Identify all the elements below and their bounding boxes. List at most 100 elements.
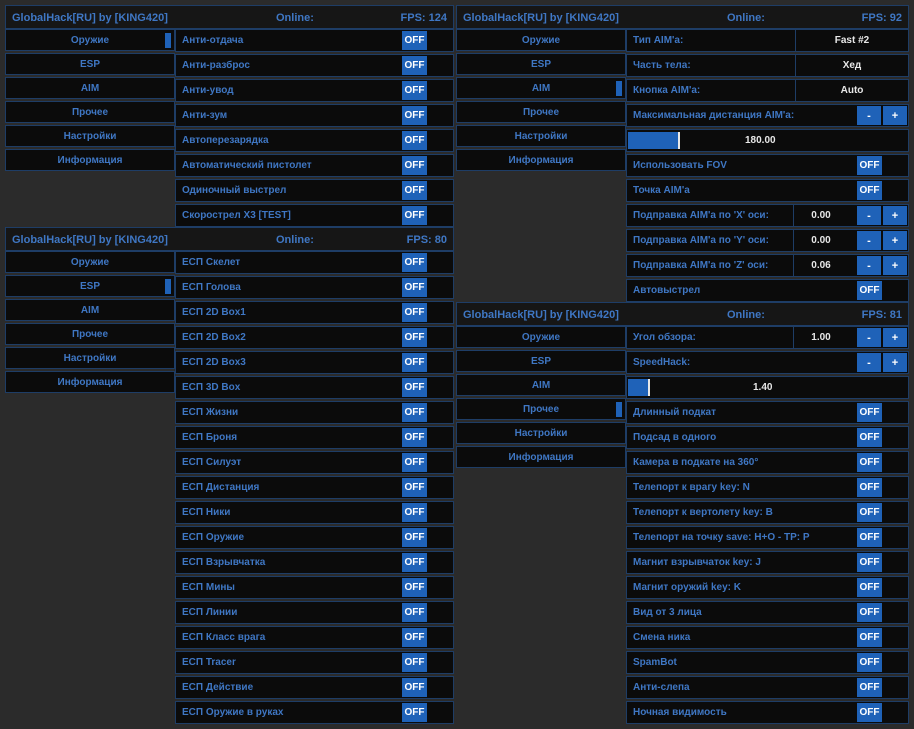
nav-item-settings[interactable]: Настройки <box>456 422 626 444</box>
toggle-off-button[interactable]: OFF <box>857 453 882 472</box>
minus-button[interactable]: - <box>857 231 881 250</box>
aim-key-select[interactable]: Auto <box>795 80 908 101</box>
plus-button[interactable]: + <box>883 206 907 225</box>
toggle-off-button[interactable]: OFF <box>857 478 882 497</box>
toggle-off-button[interactable]: OFF <box>402 156 427 175</box>
toggle-off-button[interactable]: OFF <box>857 428 882 447</box>
toggle-off-button[interactable]: OFF <box>402 428 427 447</box>
minus-button[interactable]: - <box>857 106 881 125</box>
nav-item-esp[interactable]: ESP <box>456 350 626 372</box>
nav-item-weapons[interactable]: Оружие <box>5 251 175 273</box>
toggle-off-button[interactable]: OFF <box>857 628 882 647</box>
toggle-off-button[interactable]: OFF <box>402 378 427 397</box>
toggle-off-button[interactable]: OFF <box>402 703 427 722</box>
toggle-off-button[interactable]: OFF <box>857 653 882 672</box>
toggle-off-button[interactable]: OFF <box>857 703 882 722</box>
toggle-off-button[interactable]: OFF <box>857 403 882 422</box>
minus-button[interactable]: - <box>857 353 881 372</box>
nav-item-info[interactable]: Информация <box>5 149 175 171</box>
option-label: ЕСП Линии <box>182 607 238 618</box>
nav-item-esp[interactable]: ESP <box>456 53 626 75</box>
nav-scroll-indicator[interactable] <box>616 81 622 96</box>
nav-item-aim[interactable]: AIM <box>456 374 626 396</box>
option-row: ЕСП Броня OFF <box>175 426 454 449</box>
nav-scroll-indicator[interactable] <box>165 279 171 294</box>
toggle-off-button[interactable]: OFF <box>402 403 427 422</box>
toggle-off-button[interactable]: OFF <box>857 603 882 622</box>
toggle-off-button[interactable]: OFF <box>857 678 882 697</box>
plus-button[interactable]: + <box>883 328 907 347</box>
option-row: Скорострел X3 [TEST] OFF <box>175 204 454 227</box>
toggle-off-button[interactable]: OFF <box>402 528 427 547</box>
nav-item-esp[interactable]: ESP <box>5 275 175 297</box>
minus-button[interactable]: - <box>857 206 881 225</box>
toggle-off-button[interactable]: OFF <box>402 31 427 50</box>
toggle-off-button[interactable]: OFF <box>857 281 882 300</box>
toggle-off-button[interactable]: OFF <box>402 81 427 100</box>
nav-item-misc[interactable]: Прочее <box>5 101 175 123</box>
slider-handle[interactable] <box>678 132 680 149</box>
nav-item-info[interactable]: Информация <box>456 149 626 171</box>
option-label: ЕСП Силуэт <box>182 457 242 468</box>
nav-item-misc[interactable]: Прочее <box>5 323 175 345</box>
toggle-off-button[interactable]: OFF <box>857 503 882 522</box>
max-distance-slider[interactable]: 180.00 <box>626 129 909 152</box>
nav-scroll-indicator[interactable] <box>165 33 171 48</box>
toggle-off-button[interactable]: OFF <box>402 678 427 697</box>
body-part-select[interactable]: Хед <box>795 55 908 76</box>
toggle-off-button[interactable]: OFF <box>402 56 427 75</box>
option-label: Автоперезарядка <box>182 135 269 146</box>
panel-header[interactable]: GlobalHack[RU] by [KING420] Online: FPS:… <box>5 5 454 29</box>
toggle-off-button[interactable]: OFF <box>402 181 427 200</box>
nav-item-esp[interactable]: ESP <box>5 53 175 75</box>
nav-item-settings[interactable]: Настройки <box>456 125 626 147</box>
nav-item-settings[interactable]: Настройки <box>5 125 175 147</box>
toggle-off-button[interactable]: OFF <box>857 181 882 200</box>
plus-button[interactable]: + <box>883 353 907 372</box>
panel-header[interactable]: GlobalHack[RU] by [KING420] Online: FPS:… <box>5 227 454 251</box>
nav-item-weapons[interactable]: Оружие <box>456 29 626 51</box>
nav-item-settings[interactable]: Настройки <box>5 347 175 369</box>
minus-button[interactable]: - <box>857 256 881 275</box>
toggle-off-button[interactable]: OFF <box>402 628 427 647</box>
toggle-off-button[interactable]: OFF <box>857 528 882 547</box>
nav-scroll-indicator[interactable] <box>616 402 622 417</box>
plus-button[interactable]: + <box>883 256 907 275</box>
toggle-off-button[interactable]: OFF <box>402 353 427 372</box>
nav-item-aim[interactable]: AIM <box>456 77 626 99</box>
toggle-off-button[interactable]: OFF <box>857 578 882 597</box>
toggle-off-button[interactable]: OFF <box>402 603 427 622</box>
panel-header[interactable]: GlobalHack[RU] by [KING420] Online: FPS:… <box>456 302 909 326</box>
nav-item-info[interactable]: Информация <box>456 446 626 468</box>
minus-button[interactable]: - <box>857 328 881 347</box>
toggle-off-button[interactable]: OFF <box>402 131 427 150</box>
toggle-off-button[interactable]: OFF <box>857 553 882 572</box>
nav-item-misc[interactable]: Прочее <box>456 398 626 420</box>
nav-item-aim[interactable]: AIM <box>5 77 175 99</box>
slider-handle[interactable] <box>648 379 650 396</box>
option-label: Часть тела: <box>633 60 691 71</box>
toggle-off-button[interactable]: OFF <box>402 453 427 472</box>
toggle-off-button[interactable]: OFF <box>857 156 882 175</box>
toggle-off-button[interactable]: OFF <box>402 253 427 272</box>
toggle-off-button[interactable]: OFF <box>402 278 427 297</box>
nav-item-weapons[interactable]: Оружие <box>5 29 175 51</box>
toggle-off-button[interactable]: OFF <box>402 328 427 347</box>
toggle-off-button[interactable]: OFF <box>402 653 427 672</box>
aim-type-select[interactable]: Fast #2 <box>795 30 908 51</box>
toggle-off-button[interactable]: OFF <box>402 303 427 322</box>
nav-item-misc[interactable]: Прочее <box>456 101 626 123</box>
plus-button[interactable]: + <box>883 106 907 125</box>
nav-item-info[interactable]: Информация <box>5 371 175 393</box>
toggle-off-button[interactable]: OFF <box>402 206 427 225</box>
toggle-off-button[interactable]: OFF <box>402 478 427 497</box>
toggle-off-button[interactable]: OFF <box>402 106 427 125</box>
nav-item-aim[interactable]: AIM <box>5 299 175 321</box>
speedhack-slider[interactable]: 1.40 <box>626 376 909 399</box>
nav-item-weapons[interactable]: Оружие <box>456 326 626 348</box>
toggle-off-button[interactable]: OFF <box>402 503 427 522</box>
toggle-off-button[interactable]: OFF <box>402 578 427 597</box>
toggle-off-button[interactable]: OFF <box>402 553 427 572</box>
panel-header[interactable]: GlobalHack[RU] by [KING420] Online: FPS:… <box>456 5 909 29</box>
plus-button[interactable]: + <box>883 231 907 250</box>
